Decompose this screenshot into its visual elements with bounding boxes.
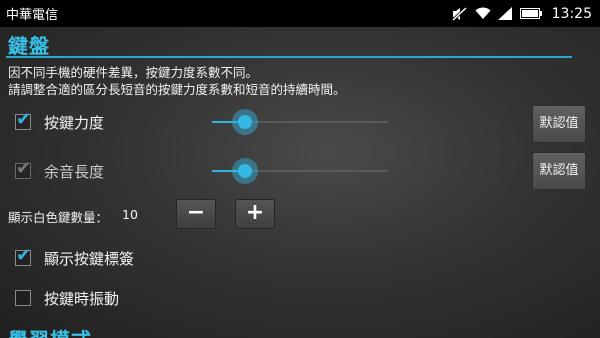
sustain-length-checkbox[interactable]: ✔ [15,159,31,179]
keyboard-description-line-1: 因不同手機的硬件差異，按鍵力度系數不同。 [8,65,259,80]
sustain-length-default-button[interactable]: 默認值 [532,152,586,190]
keyboard-description-line-2: 請調整合適的區分長短音的按鍵力度系數和短音的持續時間。 [8,82,346,97]
key-force-slider[interactable] [212,109,388,135]
white-keys-value: 10 [122,207,138,222]
increase-button[interactable]: + [235,199,275,229]
show-key-labels-checkbox[interactable]: ✔ [15,246,31,266]
decrease-button[interactable]: − [176,199,216,229]
sustain-length-slider[interactable] [212,158,388,184]
key-vibration-checkbox[interactable] [15,290,31,306]
key-vibration-label: 按鍵時振動 [44,290,120,308]
sound-off-icon [451,6,467,21]
clock: 13:25 [551,5,592,22]
checkmark-icon: ✔ [16,158,32,179]
slider-thumb[interactable] [232,109,259,135]
section-divider [6,56,572,58]
key-force-label: 按鍵力度 [44,114,105,132]
carrier-name: 中華電信 [6,8,59,23]
white-keys-row: 顯示白色鍵數量： 10 − + [0,198,600,232]
checkmark-icon: ✔ [16,245,32,266]
key-force-row: ✔ 按鍵力度 [0,104,600,140]
slider-thumb[interactable] [232,158,259,184]
keyboard-section-title: 鍵盤 [8,34,50,58]
key-force-checkbox[interactable]: ✔ [15,110,31,130]
show-key-labels-row[interactable]: ✔ 顯示按鍵標簽 [0,240,600,276]
battery-icon [519,8,542,19]
signal-icon [497,7,512,20]
status-bar: 中華電信 13:25 [0,0,600,27]
sustain-length-row: ✔ 余音長度 [0,153,600,189]
key-vibration-row[interactable]: 按鍵時振動 [0,280,600,316]
checkmark-icon: ✔ [16,109,32,130]
key-force-default-button[interactable]: 默認值 [532,105,586,143]
sustain-length-label: 余音長度 [44,163,105,181]
show-key-labels-label: 顯示按鍵標簽 [44,250,135,268]
learning-section-title: 學習模式 [8,324,92,338]
white-keys-label: 顯示白色鍵數量： [8,210,109,225]
wifi-icon [475,7,491,19]
status-icons: 13:25 [451,5,592,22]
